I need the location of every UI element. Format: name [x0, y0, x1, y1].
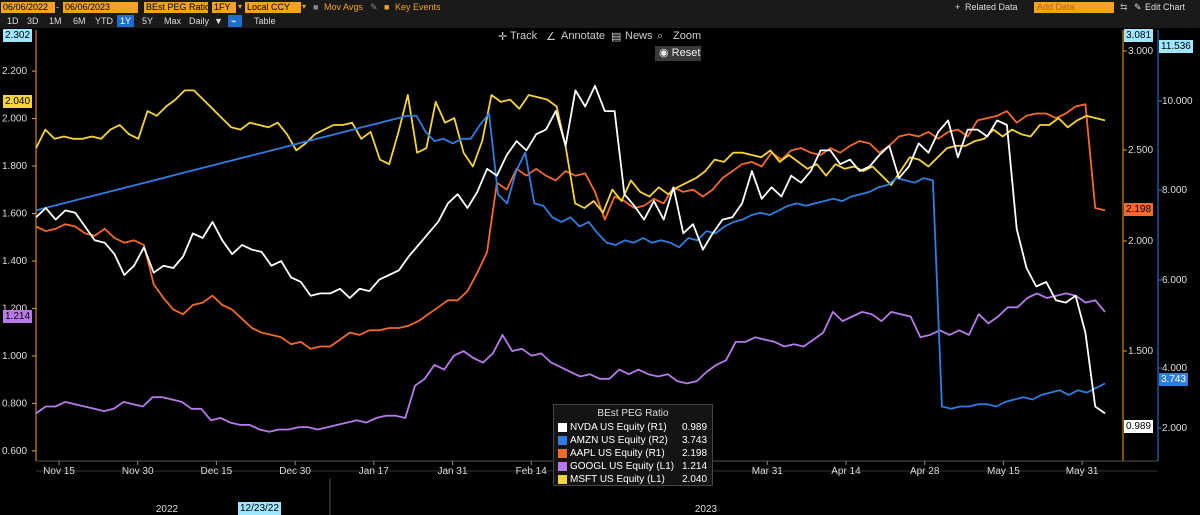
- right2-axis-tick-label: 10.000: [1162, 96, 1193, 107]
- legend-swatch: [558, 462, 567, 471]
- series-line-msft: [35, 89, 1106, 214]
- legend-label: AAPL US Equity: [570, 448, 643, 459]
- x-axis-tick-label: Nov 30: [122, 466, 154, 477]
- right2-axis-tick-label: 2.000: [1162, 423, 1187, 434]
- annotate-icon[interactable]: ∠: [546, 30, 556, 43]
- reset-icon: ◉: [659, 47, 669, 59]
- reset-label: Reset: [671, 47, 701, 59]
- x-axis-tick-label: May 31: [1066, 466, 1099, 477]
- left-axis-tick-label: 0.800: [2, 398, 27, 409]
- x-axis-tick-label: Dec 15: [201, 466, 233, 477]
- right1-axis-tick-label: 2.000: [1128, 236, 1153, 247]
- x-axis-tick-label: Jan 31: [437, 466, 467, 477]
- left-axis-tick-label: 1.000: [2, 351, 27, 362]
- legend-axis: (R1): [645, 448, 665, 459]
- legend-axis: (R2): [648, 435, 668, 446]
- news-button[interactable]: News: [625, 30, 653, 42]
- legend-label: MSFT US Equity: [570, 474, 645, 485]
- amzn-last-tag: 3.743: [1159, 373, 1189, 386]
- x-axis-tick-label: Apr 28: [910, 466, 940, 477]
- series-line-aapl: [35, 103, 1106, 350]
- left-axis-tick-label: 1.400: [2, 256, 27, 267]
- left-axis-tick-label: 0.600: [2, 446, 27, 457]
- right1-axis-tick-label: 1.500: [1128, 346, 1153, 357]
- right2-axis-tick-label: 6.000: [1162, 275, 1187, 286]
- legend-title: BEst PEG Ratio: [597, 408, 669, 419]
- news-icon[interactable]: ▤: [611, 30, 621, 43]
- right1-axis-top-tag: 3.081: [1124, 29, 1154, 42]
- year-label-2023: 2023: [695, 504, 718, 515]
- legend-swatch: [558, 449, 567, 458]
- legend-value: 0.989: [682, 422, 708, 433]
- x-axis-tick-label: Apr 14: [831, 466, 861, 477]
- left-axis-tick-label: 1.600: [2, 209, 27, 220]
- legend-item-msft[interactable]: MSFT US Equity (L1) 2.040: [554, 473, 712, 486]
- right1-axis-tick-label: 3.000: [1128, 46, 1153, 57]
- crosshair-date-tag: 12/23/22: [238, 502, 281, 515]
- left-axis-tick-label: 1.800: [2, 161, 27, 172]
- legend-value: 2.198: [682, 448, 708, 459]
- x-axis-tick-label: Mar 31: [752, 466, 784, 477]
- track-button[interactable]: Track: [510, 30, 537, 42]
- zoom-button[interactable]: Zoom: [673, 30, 701, 42]
- legend-swatch: [558, 436, 567, 445]
- year-label-2022: 2022: [156, 504, 179, 515]
- left-axis-tick-label: 2.200: [2, 66, 27, 77]
- annotate-button[interactable]: Annotate: [561, 30, 605, 42]
- x-axis-tick-label: Dec 30: [279, 466, 311, 477]
- left-axis-tick-label: 2.000: [2, 114, 27, 125]
- track-icon[interactable]: ✛: [498, 30, 507, 43]
- googl-last-tag: 1.214: [3, 310, 33, 323]
- legend-value: 1.214: [682, 461, 708, 472]
- legend-item-amzn[interactable]: AMZN US Equity (R2) 3.743: [554, 434, 712, 447]
- x-axis-tick-label: May 15: [987, 466, 1020, 477]
- legend-axis: (L1): [656, 461, 675, 472]
- right1-axis-tick-label: 2.500: [1128, 145, 1153, 156]
- legend-swatch: [558, 475, 567, 484]
- legend-item-googl[interactable]: GOOGL US Equity (L1) 1.214: [554, 460, 712, 473]
- legend-label: NVDA US Equity: [570, 422, 645, 433]
- legend-value: 3.743: [682, 435, 708, 446]
- left-axis-top-tag: 2.302: [3, 29, 33, 42]
- nvda-last-tag: 0.989: [1124, 420, 1154, 433]
- zoom-icon[interactable]: ⌕: [657, 30, 663, 43]
- legend-axis: (R1): [647, 422, 667, 433]
- x-axis-tick-label: Feb 14: [516, 466, 548, 477]
- legend-label: AMZN US Equity: [570, 435, 646, 446]
- msft-last-tag: 2.040: [3, 95, 33, 108]
- legend-label: GOOGL US Equity: [570, 461, 654, 472]
- legend-item-nvda[interactable]: NVDA US Equity (R1) 0.989: [554, 421, 712, 434]
- x-axis-tick-label: Jan 17: [359, 466, 389, 477]
- x-axis-tick-label: Nov 15: [43, 466, 75, 477]
- series-line-amzn: [35, 112, 1106, 410]
- reset-button[interactable]: ◉ Reset: [655, 46, 701, 61]
- chart-legend: BEst PEG Ratio NVDA US Equity (R1) 0.989…: [553, 404, 713, 486]
- legend-value: 2.040: [682, 474, 708, 485]
- aapl-last-tag: 2.198: [1124, 203, 1154, 216]
- legend-axis: (L1): [647, 474, 665, 485]
- right2-axis-top-tag: 11.536: [1159, 40, 1193, 53]
- legend-item-aapl[interactable]: AAPL US Equity (R1) 2.198: [554, 447, 712, 460]
- legend-swatch: [558, 423, 567, 432]
- right2-axis-tick-label: 8.000: [1162, 185, 1187, 196]
